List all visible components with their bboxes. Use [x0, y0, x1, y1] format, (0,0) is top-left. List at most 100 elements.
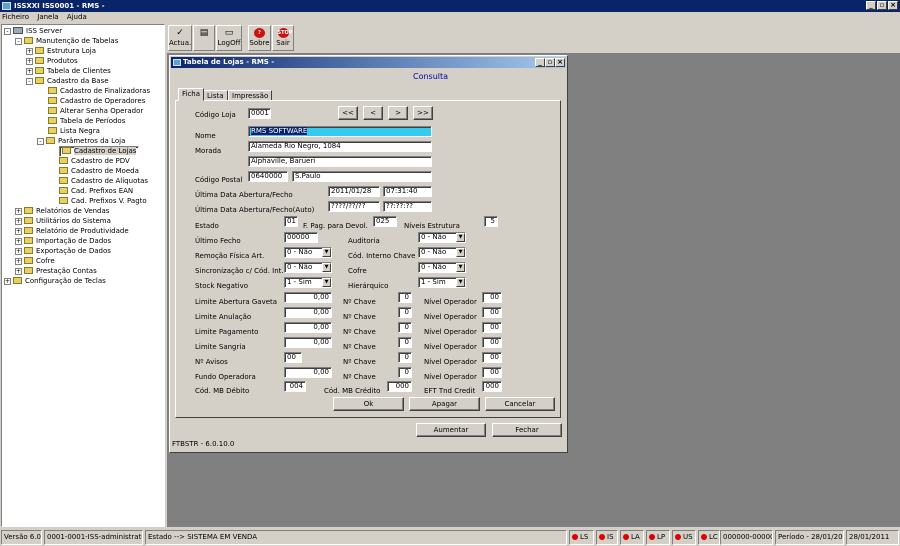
- tree-node[interactable]: Lista Negra: [48, 126, 100, 136]
- remocao-select[interactable]: 0 - Não ▼: [284, 247, 332, 258]
- tree-node[interactable]: + Prestação Contas: [15, 266, 97, 276]
- stock-select[interactable]: 1 - Sim ▼: [284, 277, 332, 288]
- ultimo-fecho-field[interactable]: 00000: [284, 232, 318, 243]
- tree-node[interactable]: Cadastro de Finalizadoras: [48, 86, 150, 96]
- tab-ficha[interactable]: Ficha: [178, 88, 205, 101]
- cancelar-button[interactable]: Cancelar: [485, 397, 555, 411]
- expander-icon[interactable]: -: [26, 78, 33, 85]
- expander-icon[interactable]: +: [26, 68, 33, 75]
- menu-janela[interactable]: Janela: [37, 13, 58, 21]
- navigation-tree[interactable]: - ISS Server - Manutenção de Tabelas + Estr…: [1, 24, 165, 527]
- nivel-field[interactable]: 00: [482, 337, 502, 348]
- sair-button[interactable]: STOP Sair: [272, 25, 294, 51]
- limite-valor-field[interactable]: 0,00: [284, 322, 332, 333]
- apagar-button[interactable]: Apagar: [409, 397, 480, 411]
- limite-valor-field[interactable]: 0,00: [284, 367, 332, 378]
- tree-node[interactable]: Cadastro de Operadores: [48, 96, 145, 106]
- logoff-button[interactable]: ▭ LogOff: [216, 25, 242, 51]
- cod-interno-select[interactable]: 0 - Não ▼: [418, 247, 466, 258]
- ultima-abertura-data-field[interactable]: 2011/01/28: [328, 186, 380, 197]
- nivel-field[interactable]: 00: [482, 307, 502, 318]
- close-button[interactable]: ×: [888, 1, 898, 10]
- tree-node[interactable]: Cadastro de Alíquotas: [59, 176, 148, 186]
- menu-ajuda[interactable]: Ajuda: [67, 13, 87, 21]
- fechar-button[interactable]: Fechar: [492, 423, 562, 437]
- tree-node[interactable]: Cad. Prefixos V. Pagto: [59, 196, 147, 206]
- auditoria-select[interactable]: 0 - Não ▼: [418, 232, 466, 243]
- morada-line2-field[interactable]: Alphaville, Barueri: [248, 156, 432, 167]
- codigo-postal-field[interactable]: 0640000: [248, 171, 288, 182]
- child-minimize-button[interactable]: _: [535, 58, 545, 67]
- tree-node[interactable]: Cadastro de Moeda: [59, 166, 139, 176]
- tree-node[interactable]: + Importação de Dados: [15, 236, 111, 246]
- tree-node[interactable]: - Cadastro da Base: [26, 76, 109, 86]
- prev-record-button[interactable]: <: [363, 106, 383, 120]
- mb-credito-field[interactable]: 000: [387, 381, 412, 392]
- mb-debito-field[interactable]: 004: [284, 381, 306, 392]
- expander-icon[interactable]: -: [4, 28, 11, 35]
- nivel-field[interactable]: 00: [482, 367, 502, 378]
- tree-node[interactable]: Alterar Senha Operador: [48, 106, 143, 116]
- last-record-button[interactable]: >>: [413, 106, 433, 120]
- ultima-abertura-hora-field[interactable]: 07:31:40: [383, 186, 432, 197]
- tree-node[interactable]: + Estrutura Loja: [26, 46, 96, 56]
- avisos-field[interactable]: 00: [284, 352, 302, 363]
- limite-valor-field[interactable]: 0,00: [284, 292, 332, 303]
- expander-icon[interactable]: +: [4, 278, 11, 285]
- codigo-loja-field[interactable]: 0001: [248, 108, 271, 119]
- minimize-button[interactable]: _: [866, 1, 876, 10]
- nivel-field[interactable]: 00: [482, 292, 502, 303]
- expander-icon[interactable]: +: [15, 228, 22, 235]
- hierarquico-select[interactable]: 1 - Sim ▼: [418, 277, 466, 288]
- limite-valor-field[interactable]: 0,00: [284, 307, 332, 318]
- tree-node[interactable]: - Parâmetros da Loja: [37, 136, 125, 146]
- sincronizacao-select[interactable]: 0 - Não ▼: [284, 262, 332, 273]
- maximize-button[interactable]: ▫: [877, 1, 887, 10]
- tree-node[interactable]: + Configuração de Teclas: [4, 276, 106, 286]
- niveis-field[interactable]: 5: [484, 216, 498, 227]
- first-record-button[interactable]: <<: [338, 106, 358, 120]
- chave-field[interactable]: 0: [398, 307, 412, 318]
- tree-node[interactable]: + Utilitários do Sistema: [15, 216, 111, 226]
- expander-icon[interactable]: -: [37, 138, 44, 145]
- ultima-abertura-auto-data-field[interactable]: ????/??/??: [328, 201, 380, 212]
- menu-ficheiro[interactable]: Ficheiro: [2, 13, 29, 21]
- tree-node[interactable]: Cad. Prefixos EAN: [59, 186, 133, 196]
- tree-node[interactable]: + Produtos: [26, 56, 78, 66]
- child-maximize-button[interactable]: ▫: [545, 58, 555, 67]
- ok-button[interactable]: Ok: [333, 397, 404, 411]
- expander-icon[interactable]: -: [15, 38, 22, 45]
- chave-field[interactable]: 0: [398, 292, 412, 303]
- cofre-select[interactable]: 0 - Não ▼: [418, 262, 466, 273]
- eft-field[interactable]: 000: [482, 381, 502, 392]
- expander-icon[interactable]: +: [15, 218, 22, 225]
- expander-icon[interactable]: +: [15, 238, 22, 245]
- ultima-abertura-auto-hora-field[interactable]: ??:??:??: [383, 201, 432, 212]
- actua-button[interactable]: ✓ Actua.: [168, 25, 192, 51]
- chave-field[interactable]: 0: [398, 352, 412, 363]
- aumentar-button[interactable]: Aumentar: [416, 423, 486, 437]
- expander-icon[interactable]: +: [15, 208, 22, 215]
- expander-icon[interactable]: +: [15, 268, 22, 275]
- morada-line1-field[interactable]: Alameda Rio Negro, 1084: [248, 141, 432, 152]
- tree-node[interactable]: + Exportação de Dados: [15, 246, 111, 256]
- expander-icon[interactable]: +: [26, 58, 33, 65]
- estado-field[interactable]: 01: [284, 216, 298, 227]
- expander-icon[interactable]: +: [15, 248, 22, 255]
- tree-node[interactable]: - ISS Server: [4, 26, 62, 36]
- nivel-field[interactable]: 00: [482, 322, 502, 333]
- tree-node[interactable]: + Relatórios de Vendas: [15, 206, 109, 216]
- tree-node[interactable]: + Cofre: [15, 256, 55, 266]
- tree-node[interactable]: Cadastro de PDV: [59, 156, 130, 166]
- tree-node[interactable]: + Relatório de Produtividade: [15, 226, 129, 236]
- nivel-field[interactable]: 00: [482, 352, 502, 363]
- child-close-button[interactable]: ×: [555, 58, 565, 67]
- chave-field[interactable]: 0: [398, 322, 412, 333]
- sobre-button[interactable]: ? Sobre: [248, 25, 271, 51]
- expander-icon[interactable]: +: [15, 258, 22, 265]
- tree-node[interactable]: + Tabela de Clientes: [26, 66, 111, 76]
- chave-field[interactable]: 0: [398, 337, 412, 348]
- tree-node[interactable]: - Manutenção de Tabelas: [15, 36, 118, 46]
- limite-valor-field[interactable]: 0,00: [284, 337, 332, 348]
- expander-icon[interactable]: +: [26, 48, 33, 55]
